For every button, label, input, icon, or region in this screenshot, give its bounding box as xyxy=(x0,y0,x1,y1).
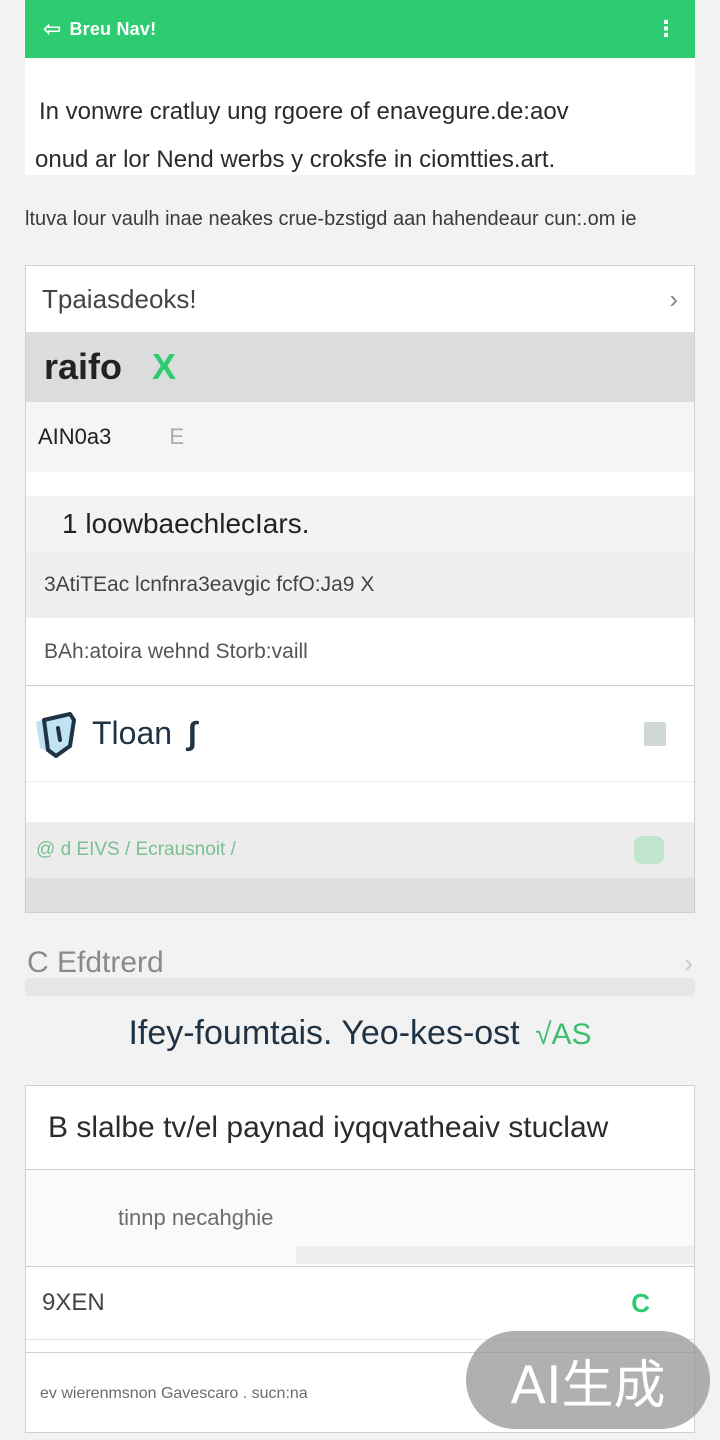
footer-text: ev wierenmsnon Gavescaro . sucn:na xyxy=(40,1384,308,1402)
swirl-icon: ∫ xyxy=(188,715,197,751)
card-footer xyxy=(26,878,694,912)
shield-icon xyxy=(36,711,76,758)
code-entry-row[interactable]: 9XEN C xyxy=(26,1266,694,1340)
notice-text: ltuva lour vaulh inae neakes crue-bzstig… xyxy=(25,208,637,230)
section-2-divider xyxy=(25,978,695,996)
code-label: AIN0a3 xyxy=(38,424,112,449)
section-heading: Ifey-foumtais. Yeo-kes-ost √AS xyxy=(0,1014,720,1053)
description-row: 1 loowbaechlecIars. xyxy=(26,496,694,552)
status-text: @ d EIVS / Ecrausnoit / xyxy=(36,839,236,860)
section-2-label: C Efdtrerd xyxy=(27,946,164,979)
hint-text: tinnp necahghie xyxy=(118,1205,274,1230)
status-row[interactable]: @ d EIVS / Ecrausnoit / xyxy=(26,822,694,878)
input-value: B slalbe tv/el paynad iyqqvatheaiv stucl… xyxy=(48,1110,609,1144)
plan-row[interactable]: Tloan ∫ xyxy=(26,686,694,782)
status-dot-icon: C xyxy=(631,1287,650,1318)
plan-label: Tloan xyxy=(92,715,173,751)
hint-bar xyxy=(296,1246,694,1264)
intro-line-2: onud ar lor Nend werbs y croksfe in ciom… xyxy=(35,146,556,173)
toggle-switch[interactable] xyxy=(634,836,664,864)
chevron-right-icon: › xyxy=(684,947,693,978)
description-text: 1 loowbaechlecIars. xyxy=(62,508,310,539)
detail-row: 3AtiTEac lcnfnra3eavgic fcfO:Ja9 X xyxy=(26,552,694,618)
chevron-right-icon: › xyxy=(669,283,678,314)
code-entry-text: 9XEN xyxy=(42,1289,105,1316)
code-suffix: E xyxy=(169,424,185,449)
divider xyxy=(26,472,694,496)
more-icon[interactable]: ⋮ xyxy=(655,16,677,42)
intro-panel: In vonwre cratluy ung rgoere of enavegur… xyxy=(25,58,695,175)
intro-line-1: In vonwre cratluy ung rgoere of enavegur… xyxy=(39,98,569,125)
brand-label: raifo xyxy=(44,346,123,387)
sub-text: BAh:atoira wehnd Storb:vaill xyxy=(44,639,308,663)
app-header: ⇦ Breu Nav! ⋮ xyxy=(25,0,695,58)
checkbox[interactable] xyxy=(644,721,666,746)
ai-generated-badge: AI生成 xyxy=(466,1331,710,1429)
details-card: Tpaiasdeoks! › raifo X AIN0a3 E 1 loowba… xyxy=(25,265,695,913)
code-row[interactable]: AIN0a3 E xyxy=(26,402,694,472)
text-input[interactable]: B slalbe tv/el paynad iyqqvatheaiv stucl… xyxy=(26,1086,694,1170)
page-title: Breu Nav! xyxy=(69,18,157,39)
section-label: Tpaiasdeoks! xyxy=(42,283,197,314)
detail-text: 3AtiTEac lcnfnra3eavgic fcfO:Ja9 X xyxy=(44,573,375,596)
sub-row: BAh:atoira wehnd Storb:vaill xyxy=(26,618,694,686)
heading-accent: √AS xyxy=(535,1018,592,1051)
brand-mark-icon: X xyxy=(152,346,177,387)
back-arrow-icon[interactable]: ⇦ xyxy=(43,16,61,42)
spacer xyxy=(26,782,694,822)
hint-row: tinnp necahghie xyxy=(26,1170,694,1266)
brand-row[interactable]: raifo X xyxy=(26,332,694,402)
heading-text: Ifey-foumtais. Yeo-kes-ost xyxy=(128,1014,520,1052)
section-header[interactable]: Tpaiasdeoks! › xyxy=(26,266,694,332)
